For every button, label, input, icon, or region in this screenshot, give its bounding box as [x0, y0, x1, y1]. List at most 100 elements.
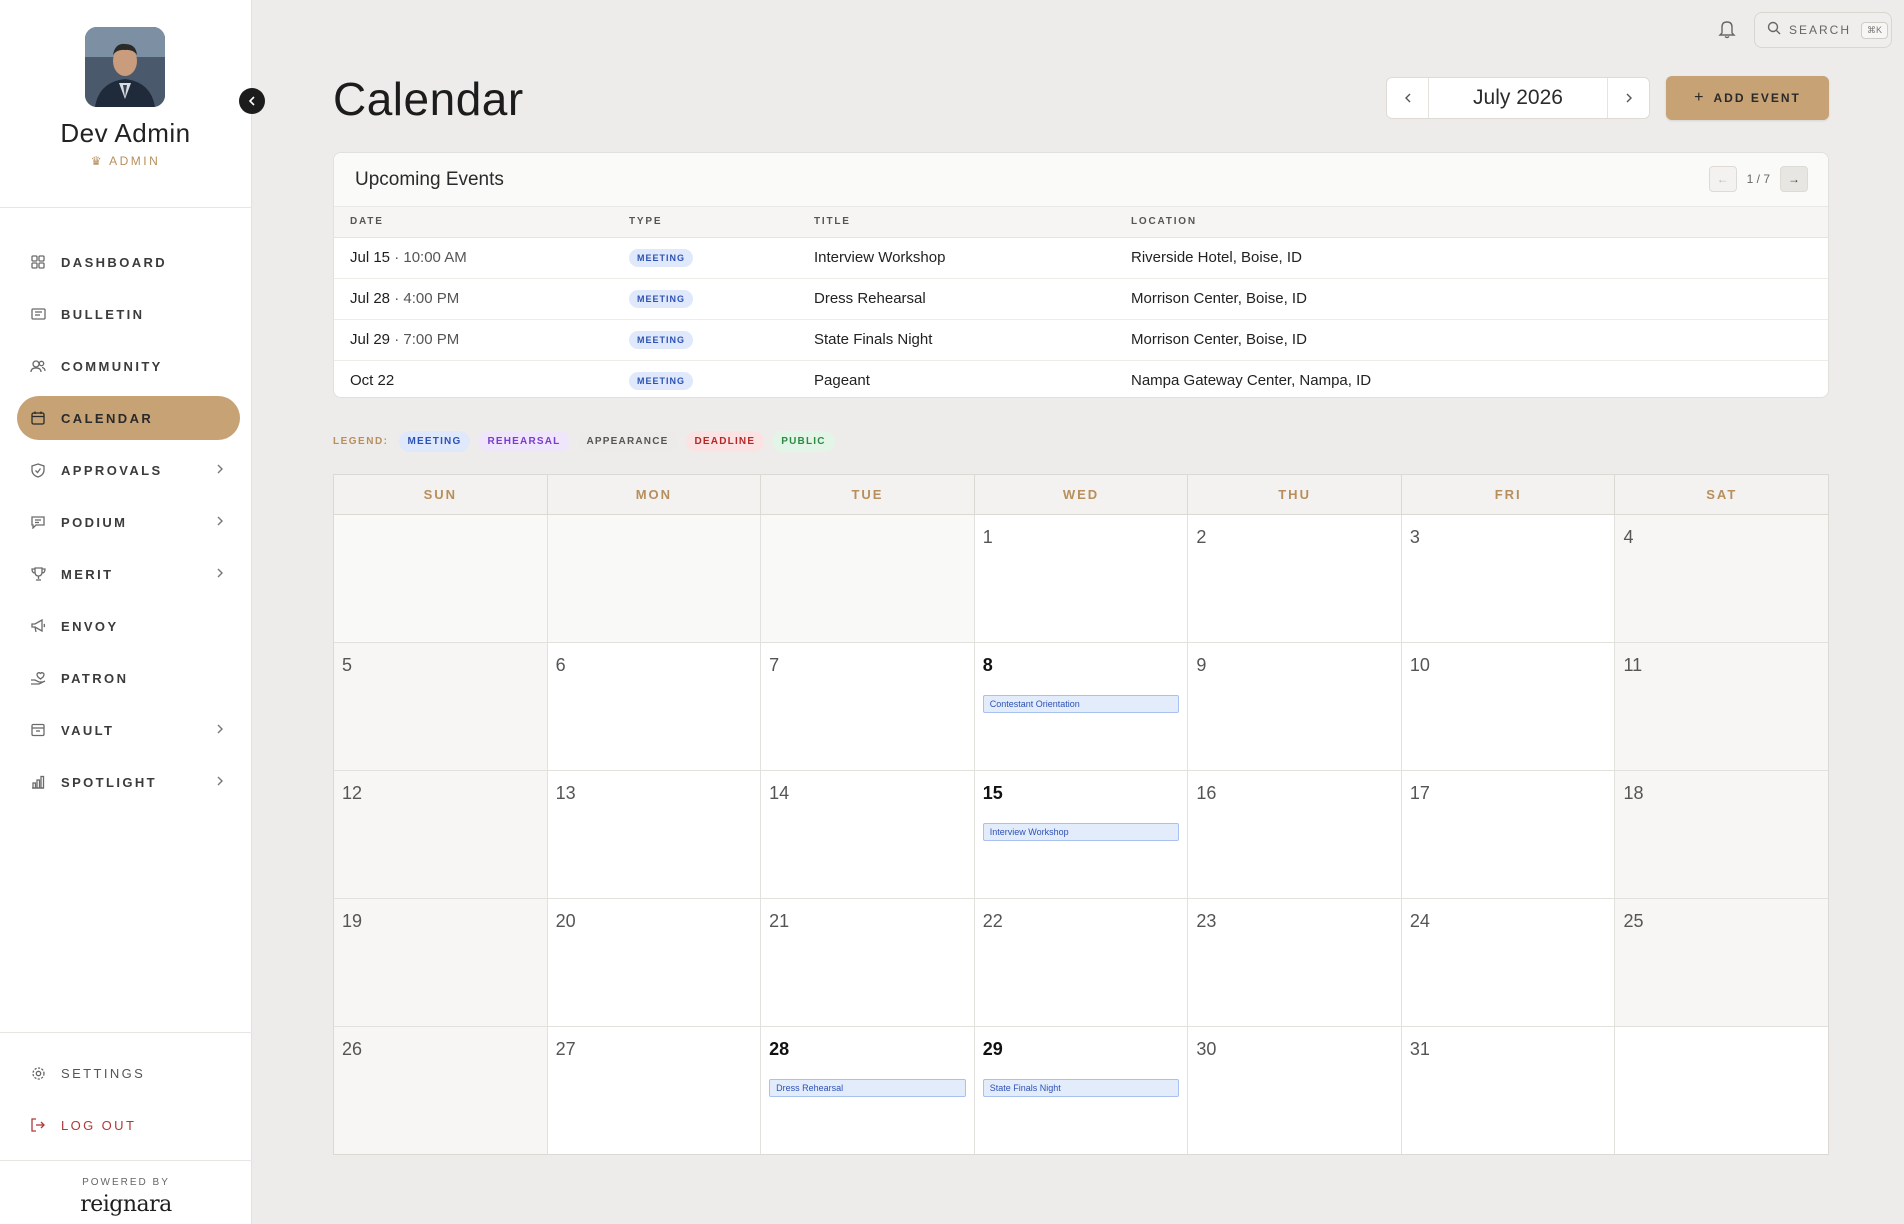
- calendar-day[interactable]: 12: [334, 771, 548, 898]
- calendar-event[interactable]: Interview Workshop: [982, 823, 1180, 841]
- brand-logo[interactable]: reignara: [0, 1192, 252, 1217]
- event-title: Interview Workshop: [798, 237, 1115, 279]
- search-button[interactable]: SEARCH ⌘K: [1754, 12, 1892, 48]
- calendar-day[interactable]: 8 Contestant Orientation: [974, 643, 1189, 770]
- calendar-day[interactable]: 20: [547, 899, 762, 1026]
- calendar-day[interactable]: 16: [1188, 771, 1402, 898]
- add-event-label: ADD EVENT: [1713, 91, 1801, 105]
- event-type-badge: MEETING: [629, 290, 694, 308]
- calendar-day[interactable]: 3: [1401, 515, 1616, 642]
- day-number: 4: [1623, 527, 1634, 547]
- calendar-event[interactable]: State Finals Night: [982, 1079, 1180, 1097]
- settings-button[interactable]: SETTINGS: [17, 1051, 252, 1095]
- calendar-day[interactable]: 29 State Finals Night: [974, 1027, 1189, 1154]
- calendar-day-empty: [1615, 1027, 1829, 1154]
- calendar-day[interactable]: 10: [1401, 643, 1616, 770]
- add-event-button[interactable]: + ADD EVENT: [1666, 76, 1829, 120]
- event-date: Jul 28: [350, 290, 391, 307]
- calendar-day[interactable]: 15 Interview Workshop: [974, 771, 1189, 898]
- event-time: · 7:00 PM: [390, 331, 460, 348]
- calendar-day[interactable]: 2: [1188, 515, 1402, 642]
- day-number: 10: [1409, 655, 1430, 675]
- sidebar-item-community[interactable]: COMMUNITY: [17, 344, 240, 388]
- calendar-event[interactable]: Dress Rehearsal: [769, 1079, 966, 1097]
- calendar-day[interactable]: 26: [334, 1027, 548, 1154]
- calendar-day[interactable]: 21: [761, 899, 975, 1026]
- calendar-day[interactable]: 4: [1615, 515, 1829, 642]
- sidebar-item-approvals[interactable]: APPROVALS: [17, 448, 240, 492]
- prev-page-button[interactable]: ←: [1708, 166, 1737, 192]
- sidebar-item-vault[interactable]: VAULT: [17, 708, 240, 752]
- month-calendar: SUN MON TUE WED THU FRI SAT 1 2 3 4 5 6 7 8 Cont…: [333, 474, 1829, 1155]
- hand-heart-icon: [29, 669, 47, 687]
- chevron-right-icon: [216, 566, 224, 584]
- collapse-sidebar-button[interactable]: [239, 88, 265, 114]
- sidebar-item-dashboard[interactable]: DASHBOARD: [17, 240, 240, 284]
- trophy-icon: [29, 565, 47, 583]
- day-number: 9: [1196, 655, 1207, 675]
- sidebar-item-label: APPROVALS: [61, 462, 163, 478]
- calendar-day[interactable]: 24: [1401, 899, 1616, 1026]
- day-number: 2: [1196, 527, 1207, 547]
- search-icon: [1767, 21, 1781, 40]
- table-row[interactable]: Jul 15 · 10:00 AM MEETING Interview Work…: [334, 237, 1828, 279]
- prev-month-button[interactable]: [1387, 78, 1429, 118]
- calendar-day[interactable]: 17: [1401, 771, 1616, 898]
- calendar-day[interactable]: 23: [1188, 899, 1402, 1026]
- column-header-type: TYPE: [613, 207, 798, 238]
- sidebar-item-patron[interactable]: PATRON: [17, 656, 240, 700]
- day-number: 11: [1623, 655, 1643, 675]
- next-month-button[interactable]: [1607, 78, 1649, 118]
- calendar-day[interactable]: 5: [334, 643, 548, 770]
- day-number: 14: [769, 783, 790, 803]
- sidebar-item-calendar[interactable]: CALENDAR: [17, 396, 240, 440]
- logout-label: LOG OUT: [61, 1117, 137, 1133]
- calendar-day[interactable]: 18: [1615, 771, 1829, 898]
- calendar-day[interactable]: 11: [1615, 643, 1829, 770]
- month-navigator: July 2026: [1386, 77, 1650, 119]
- calendar-day[interactable]: 28 Dress Rehearsal: [761, 1027, 975, 1154]
- calendar-day[interactable]: 9: [1188, 643, 1402, 770]
- logout-button[interactable]: LOG OUT: [17, 1103, 252, 1147]
- calendar-day[interactable]: 31: [1401, 1027, 1616, 1154]
- legend-chip-rehearsal: REHEARSAL: [478, 431, 570, 452]
- sidebar-item-label: CALENDAR: [61, 410, 154, 426]
- calendar-day[interactable]: 27: [547, 1027, 762, 1154]
- bell-icon[interactable]: [1718, 19, 1738, 39]
- event-title: Dress Rehearsal: [798, 278, 1115, 320]
- event-date: Jul 29: [350, 331, 391, 348]
- column-header-location: LOCATION: [1115, 207, 1828, 238]
- event-date: Jul 15: [350, 249, 391, 266]
- calendar-day[interactable]: 6: [547, 643, 762, 770]
- calendar-day[interactable]: 25: [1615, 899, 1829, 1026]
- sidebar-item-podium[interactable]: PODIUM: [17, 500, 240, 544]
- logout-icon: [29, 1116, 47, 1134]
- next-page-button[interactable]: →: [1780, 166, 1808, 192]
- calendar-event[interactable]: Contestant Orientation: [982, 695, 1180, 713]
- table-row[interactable]: Jul 28 · 4:00 PM MEETING Dress Rehearsal…: [334, 278, 1828, 320]
- calendar-body: 1 2 3 4 5 6 7 8 Contestant Orientation 9 10 11 12 13 1…: [334, 515, 1829, 1154]
- sidebar-item-merit[interactable]: MERIT: [17, 552, 240, 596]
- sidebar-item-label: ENVOY: [61, 618, 119, 634]
- megaphone-icon: [29, 617, 47, 635]
- calendar-day[interactable]: 7: [761, 643, 975, 770]
- avatar[interactable]: [85, 27, 165, 107]
- event-time: · 10:00 AM: [390, 249, 467, 266]
- table-row[interactable]: Jul 29 · 7:00 PM MEETING State Finals Ni…: [334, 319, 1828, 361]
- chevron-right-icon: [1626, 93, 1632, 103]
- sidebar-item-bulletin[interactable]: BULLETIN: [17, 292, 240, 336]
- day-number: 29: [982, 1039, 1003, 1059]
- sidebar-item-spotlight[interactable]: SPOTLIGHT: [17, 760, 240, 804]
- calendar-day[interactable]: 19: [334, 899, 548, 1026]
- calendar-day[interactable]: 22: [974, 899, 1189, 1026]
- calendar-day[interactable]: 14: [761, 771, 975, 898]
- calendar-icon: [29, 409, 47, 427]
- sidebar-item-envoy[interactable]: ENVOY: [17, 604, 240, 648]
- calendar-day[interactable]: 13: [547, 771, 762, 898]
- sidebar: Dev Admin ♛ ADMIN DASHBOARD BULLETIN COM…: [0, 0, 252, 1224]
- table-row[interactable]: Oct 22 MEETING Pageant Nampa Gateway Cen…: [334, 360, 1828, 397]
- event-type-cell: MEETING: [613, 360, 798, 397]
- calendar-day[interactable]: 1: [974, 515, 1189, 642]
- gear-icon: [29, 1064, 47, 1082]
- calendar-day[interactable]: 30: [1188, 1027, 1402, 1154]
